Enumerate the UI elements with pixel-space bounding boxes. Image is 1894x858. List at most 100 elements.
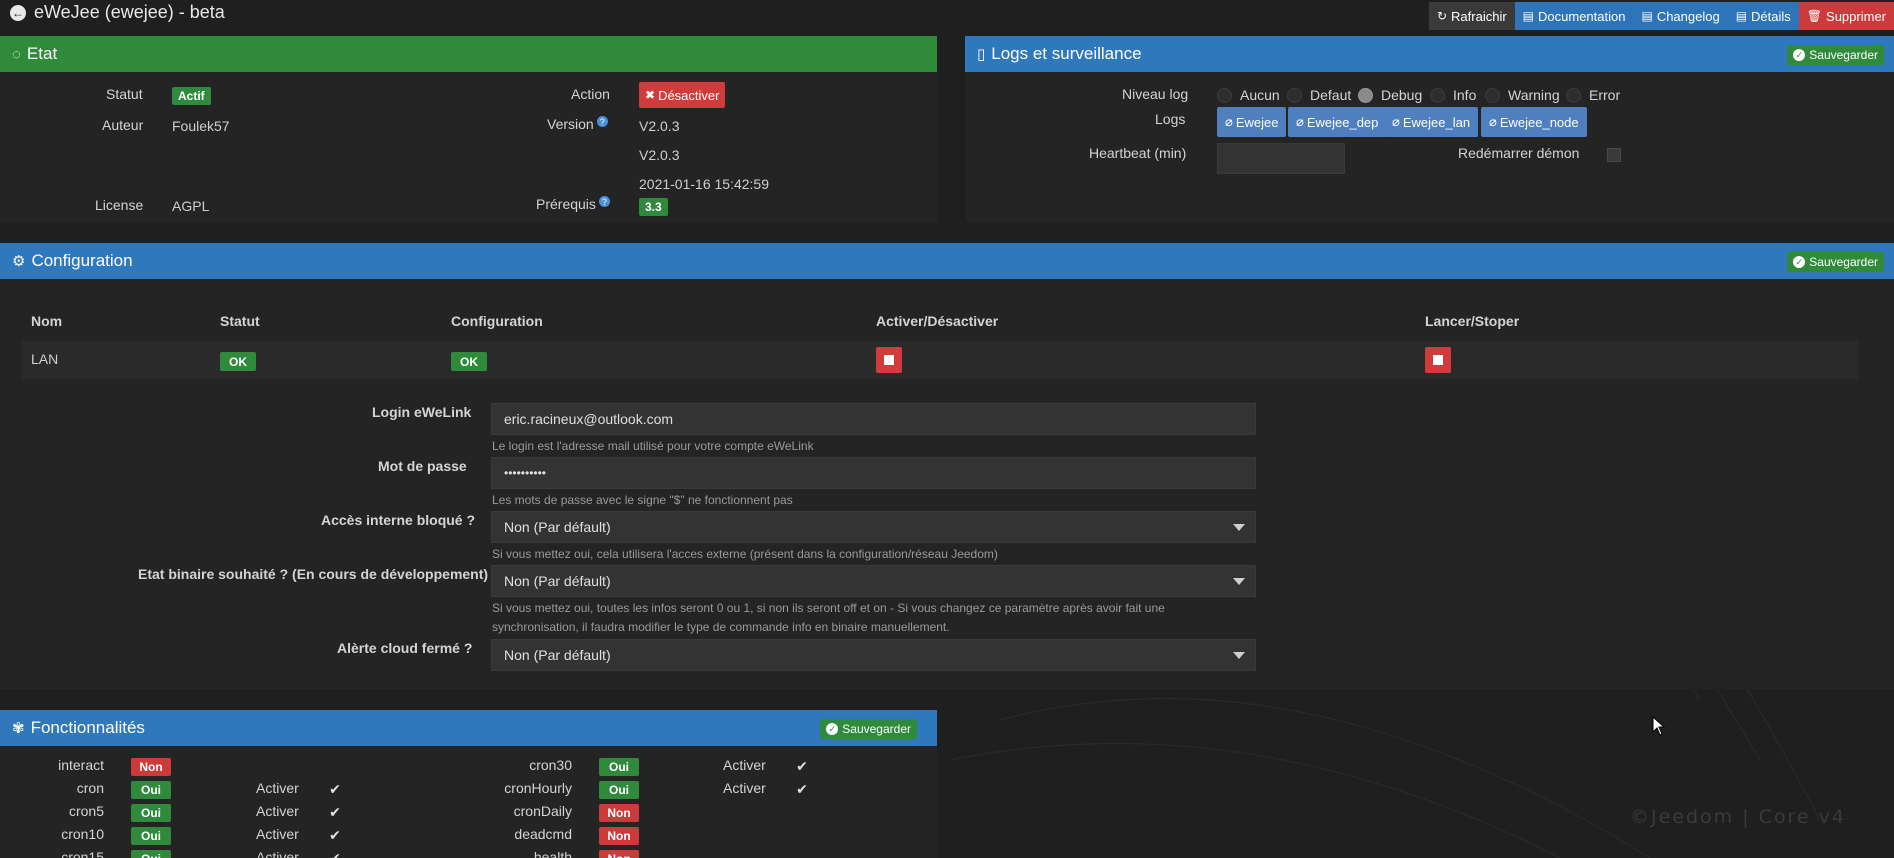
log-button-label: Ewejee_dep [1306, 114, 1379, 130]
radio-defaut[interactable]: Defaut [1287, 87, 1351, 103]
radio-label: Info [1453, 87, 1477, 103]
feature-status-badge: Oui [131, 850, 171, 858]
alerte-select-value: Non (Par défault) [504, 647, 611, 663]
activer-checkbox[interactable]: ✔ [795, 781, 809, 797]
activer-checkbox[interactable]: ✔ [328, 781, 342, 797]
start-stop-button[interactable] [1425, 347, 1451, 373]
niveau-log-label: Niveau log [1122, 86, 1189, 102]
password-label: Mot de passe [378, 458, 467, 474]
radio-dot [1485, 87, 1500, 103]
refresh-icon: ↻ [1436, 9, 1448, 23]
restart-daemon-checkbox[interactable] [1607, 148, 1621, 162]
config-save-button[interactable]: ✓ Sauvegarder [1787, 252, 1884, 272]
radio-info[interactable]: Info [1430, 87, 1476, 103]
feature-status-badge: Oui [131, 781, 171, 799]
activer-label: Activer [723, 757, 766, 773]
top-bar: ← eWeJee (ewejee) - beta ↻ Rafraichir ▤ … [0, 0, 1894, 34]
acces-select-value: Non (Par défault) [504, 519, 611, 535]
changelog-button[interactable]: ▤ Changelog [1633, 2, 1728, 30]
statut-badge: Actif [172, 87, 211, 105]
activer-checkbox[interactable]: ✔ [328, 827, 342, 843]
login-input[interactable]: eric.racineux@outlook.com [491, 403, 1256, 435]
activate-toggle-button[interactable] [876, 347, 902, 373]
details-button[interactable]: ▤ Détails [1727, 2, 1799, 30]
feature-name: interact [58, 757, 104, 773]
col-configuration: Configuration [451, 313, 543, 329]
fonctions-save-button[interactable]: ✓ Sauvegarder [820, 719, 917, 739]
radio-label: Error [1589, 87, 1621, 103]
check-circle-icon: ✓ [1793, 49, 1806, 61]
col-nom: Nom [31, 313, 63, 329]
prerequis-badge: 3.3 [639, 198, 668, 216]
acces-label: Accès interne bloqué ? [321, 512, 476, 528]
radio-debug[interactable]: Debug [1358, 87, 1422, 103]
chevron-down-icon [1233, 652, 1245, 659]
license-label: License [95, 197, 144, 213]
logs-header: ▯ Logs et surveillance [965, 36, 1894, 72]
paperclip-icon: ⌀ [1225, 114, 1233, 129]
radio-warning[interactable]: Warning [1485, 87, 1560, 103]
col-activer: Activer/Désactiver [876, 313, 999, 329]
disable-label: Désactiver [658, 87, 720, 103]
radio-dot [1287, 87, 1302, 103]
activer-label: Activer [256, 780, 299, 796]
documentation-button[interactable]: ▤ Documentation [1514, 2, 1634, 30]
plugin-title: eWeJee (ewejee) - beta [34, 2, 225, 22]
fonctionnalites-header: ✾ Fonctionnalités [0, 710, 937, 746]
radio-error[interactable]: Error [1566, 87, 1620, 103]
activer-checkbox[interactable]: ✔ [328, 850, 342, 858]
help-icon[interactable]: ? [596, 116, 608, 127]
feature-name: health [533, 849, 572, 858]
radio-dot [1566, 87, 1581, 103]
delete-button[interactable]: 🗑 Supprimer [1798, 2, 1894, 30]
binaire-select-value: Non (Par défault) [504, 573, 611, 589]
feature-status-badge: Oui [599, 758, 639, 776]
stop-icon [1433, 355, 1443, 365]
radio-dot [1430, 87, 1445, 103]
back-arrow-icon[interactable]: ← [10, 4, 26, 21]
radio-aucun[interactable]: Aucun [1217, 87, 1280, 103]
log-ewejee-button[interactable]: ⌀ Ewejee [1217, 107, 1287, 137]
book-icon: ▤ [1522, 9, 1535, 23]
cogs-icon: ⚙ [12, 253, 26, 270]
version-date: 2021-01-16 15:42:59 [639, 176, 769, 192]
refresh-button[interactable]: ↻ Rafraichir [1428, 2, 1515, 30]
heartbeat-input[interactable] [1217, 143, 1345, 174]
disable-button[interactable]: ✖ Désactiver [639, 82, 726, 108]
activer-checkbox[interactable]: ✔ [328, 804, 342, 820]
binaire-select[interactable]: Non (Par défault) [491, 565, 1256, 597]
statut-label: Statut [106, 86, 143, 102]
changelog-label: Changelog [1656, 8, 1720, 24]
activer-checkbox[interactable]: ✔ [795, 758, 809, 774]
activer-label: Activer [256, 826, 299, 842]
feature-name: deadcmd [514, 826, 572, 842]
file-icon: ▯ [977, 46, 986, 63]
log-ewejee-dep-button[interactable]: ⌀ Ewejee_dep [1288, 107, 1387, 137]
documentation-label: Documentation [1538, 8, 1626, 24]
log-button-label: Ewejee_lan [1402, 114, 1471, 130]
logs-save-button[interactable]: ✓ Sauvegarder [1787, 45, 1884, 65]
log-ewejee-node-button[interactable]: ⌀ Ewejee_node [1481, 107, 1587, 137]
version-value-2: V2.0.3 [639, 147, 680, 163]
password-input[interactable]: •••••••••• [491, 457, 1256, 489]
action-label: Action [571, 86, 610, 102]
log-ewejee-lan-button[interactable]: ⌀ Ewejee_lan [1384, 107, 1479, 137]
version-label: Version? [547, 116, 608, 132]
feature-name: cron15 [61, 849, 104, 858]
feature-status-badge: Non [599, 804, 639, 822]
alerte-select[interactable]: Non (Par défault) [491, 639, 1256, 671]
acces-select[interactable]: Non (Par défault) [491, 511, 1256, 543]
acces-help: Si vous mettez oui, cela utilisera l'acc… [492, 547, 998, 561]
delete-label: Supprimer [1826, 8, 1886, 24]
log-button-label: Ewejee_node [1499, 114, 1579, 130]
row-statut-badge: OK [220, 352, 256, 371]
activer-label: Activer [256, 803, 299, 819]
check-circle-icon: ✓ [826, 723, 839, 735]
row-nom: LAN [31, 351, 59, 367]
license-value: AGPL [172, 198, 210, 214]
fonctionnalites-title: Fonctionnalités [30, 718, 145, 737]
details-label: Détails [1751, 8, 1791, 24]
help-icon[interactable]: ? [598, 196, 610, 207]
feature-status-badge: Oui [131, 827, 171, 845]
feature-name: cron30 [529, 757, 572, 773]
